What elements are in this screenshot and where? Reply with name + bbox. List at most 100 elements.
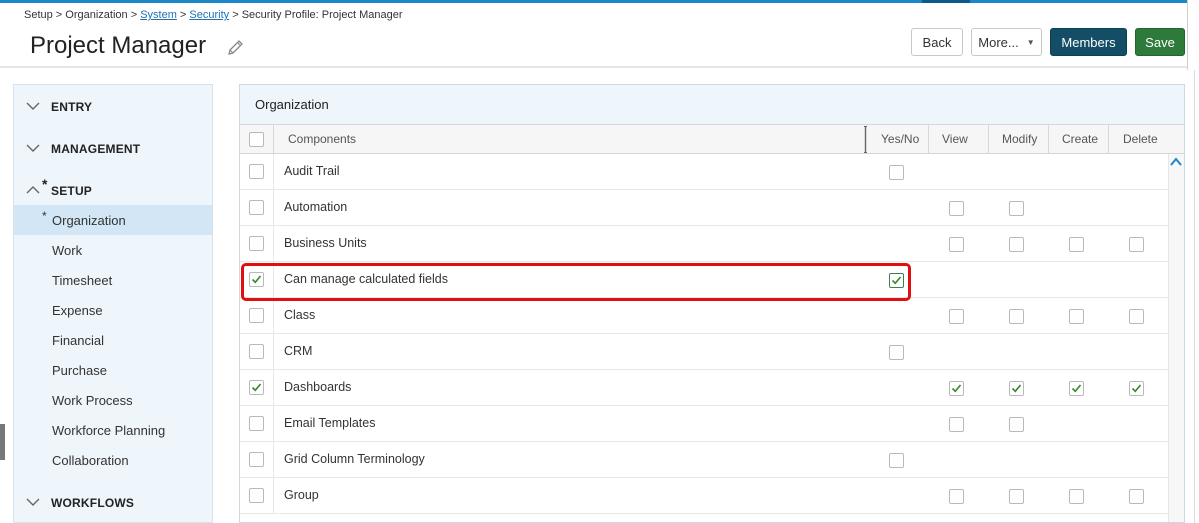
component-name: Audit Trail <box>284 164 340 178</box>
top-tab-marker <box>922 0 970 3</box>
create-checkbox[interactable] <box>1069 381 1084 396</box>
sidebar-item-expense[interactable]: Expense <box>14 295 212 325</box>
column-header-create[interactable]: Create <box>1062 132 1098 146</box>
row-select-checkbox[interactable] <box>249 236 264 251</box>
page-title: Project Manager <box>30 32 207 59</box>
view-checkbox[interactable] <box>949 237 964 252</box>
breadcrumb-security-link[interactable]: Security <box>189 9 229 21</box>
caret-down-icon: ▼ <box>1026 37 1035 47</box>
column-resize-handle[interactable] <box>864 125 867 154</box>
back-button[interactable]: Back <box>911 28 963 56</box>
row-select-checkbox[interactable] <box>249 308 264 323</box>
delete-checkbox[interactable] <box>1129 237 1144 252</box>
column-separator <box>928 125 929 154</box>
left-edge-tab[interactable] <box>0 424 5 460</box>
column-header-components[interactable]: Components <box>288 132 356 146</box>
modify-checkbox[interactable] <box>1009 309 1024 324</box>
view-checkbox[interactable] <box>949 309 964 324</box>
vertical-scrollbar[interactable] <box>1168 154 1184 522</box>
delete-checkbox[interactable] <box>1129 489 1144 504</box>
create-checkbox[interactable] <box>1069 237 1084 252</box>
sidebar-item-financial[interactable]: Financial <box>14 325 212 355</box>
table-row[interactable]: Can manage calculated fields <box>240 262 1168 298</box>
sidebar-item-organization[interactable]: * Organization <box>14 205 212 235</box>
sidebar-item-purchase[interactable]: Purchase <box>14 355 212 385</box>
yesno-checkbox[interactable] <box>889 165 904 180</box>
view-checkbox[interactable] <box>949 417 964 432</box>
table-row[interactable]: Automation <box>240 190 1168 226</box>
view-checkbox[interactable] <box>949 489 964 504</box>
members-button[interactable]: Members <box>1050 28 1127 56</box>
column-header-view[interactable]: View <box>942 132 968 146</box>
table-row[interactable]: Business Units <box>240 226 1168 262</box>
yesno-checkbox[interactable] <box>889 345 904 360</box>
row-select-checkbox[interactable] <box>249 200 264 215</box>
row-select-checkbox[interactable] <box>249 416 264 431</box>
column-header-modify[interactable]: Modify <box>1002 132 1037 146</box>
window-edge-lower <box>1194 70 1199 523</box>
scroll-up-arrow-icon[interactable] <box>1170 157 1182 167</box>
panel-title: Organization <box>255 97 329 112</box>
pencil-edit-icon[interactable] <box>226 38 246 58</box>
yesno-checkbox[interactable] <box>889 453 904 468</box>
column-separator <box>273 125 274 154</box>
delete-checkbox[interactable] <box>1129 309 1144 324</box>
delete-checkbox[interactable] <box>1129 381 1144 396</box>
row-select-checkbox[interactable] <box>249 344 264 359</box>
create-checkbox[interactable] <box>1069 309 1084 324</box>
row-select-checkbox[interactable] <box>249 380 264 395</box>
table-row[interactable]: Audit Trail <box>240 154 1168 190</box>
sidebar-item-label: Expense <box>52 302 103 318</box>
view-checkbox[interactable] <box>949 201 964 216</box>
select-all-checkbox[interactable] <box>249 132 264 147</box>
sidebar-group-label: ENTRY <box>51 100 93 114</box>
table-row[interactable]: CRM <box>240 334 1168 370</box>
sidebar-item-label: Workforce Planning <box>52 422 166 438</box>
modify-checkbox[interactable] <box>1009 381 1024 396</box>
sidebar-item-collaboration[interactable]: Collaboration <box>14 445 212 475</box>
sidebar-item-work-process[interactable]: Work Process <box>14 385 212 415</box>
more-dropdown-button[interactable]: More... ▼ <box>971 28 1042 56</box>
sidebar-group-management[interactable]: MANAGEMENT <box>14 135 212 163</box>
sidebar-group-entry[interactable]: ENTRY <box>14 93 212 121</box>
component-name: Automation <box>284 200 348 214</box>
sidebar-item-label: Work <box>52 242 83 258</box>
component-name: Can manage calculated fields <box>284 272 448 286</box>
table-row[interactable]: Group <box>240 478 1168 514</box>
grid-body: Audit Trail Automation Business Units Can m… <box>240 154 1168 522</box>
row-separator <box>273 478 274 514</box>
modify-checkbox[interactable] <box>1009 237 1024 252</box>
row-select-checkbox[interactable] <box>249 452 264 467</box>
chevron-down-icon <box>26 102 40 110</box>
row-separator <box>273 190 274 226</box>
row-select-checkbox[interactable] <box>249 164 264 179</box>
column-header-yesno[interactable]: Yes/No <box>881 132 919 146</box>
row-separator <box>273 370 274 406</box>
breadcrumb-setup-organization: Setup > Organization > <box>24 9 141 21</box>
view-checkbox[interactable] <box>949 381 964 396</box>
sidebar-group-workflows[interactable]: WORKFLOWS <box>14 489 212 517</box>
modify-checkbox[interactable] <box>1009 201 1024 216</box>
sidebar-item-timesheet[interactable]: Timesheet <box>14 265 212 295</box>
sidebar-group-setup[interactable]: * SETUP <box>14 176 212 205</box>
row-separator <box>273 442 274 478</box>
save-button[interactable]: Save <box>1135 28 1185 56</box>
yesno-checkbox[interactable] <box>889 273 904 288</box>
table-row[interactable]: Grid Column Terminology <box>240 442 1168 478</box>
table-row[interactable]: Email Templates <box>240 406 1168 442</box>
row-separator <box>273 154 274 190</box>
modify-checkbox[interactable] <box>1009 489 1024 504</box>
row-select-checkbox[interactable] <box>249 488 264 503</box>
modify-checkbox[interactable] <box>1009 417 1024 432</box>
component-name: Class <box>284 308 316 322</box>
breadcrumb-system-link[interactable]: System <box>140 9 177 21</box>
component-name: Business Units <box>284 236 367 250</box>
row-select-checkbox[interactable] <box>249 272 264 287</box>
sidebar-item-work[interactable]: Work <box>14 235 212 265</box>
column-header-delete[interactable]: Delete <box>1123 132 1158 146</box>
table-row[interactable]: Class <box>240 298 1168 334</box>
table-row[interactable]: Dashboards <box>240 370 1168 406</box>
chevron-down-icon <box>26 498 40 506</box>
sidebar-item-workforce-planning[interactable]: Workforce Planning <box>14 415 212 445</box>
create-checkbox[interactable] <box>1069 489 1084 504</box>
